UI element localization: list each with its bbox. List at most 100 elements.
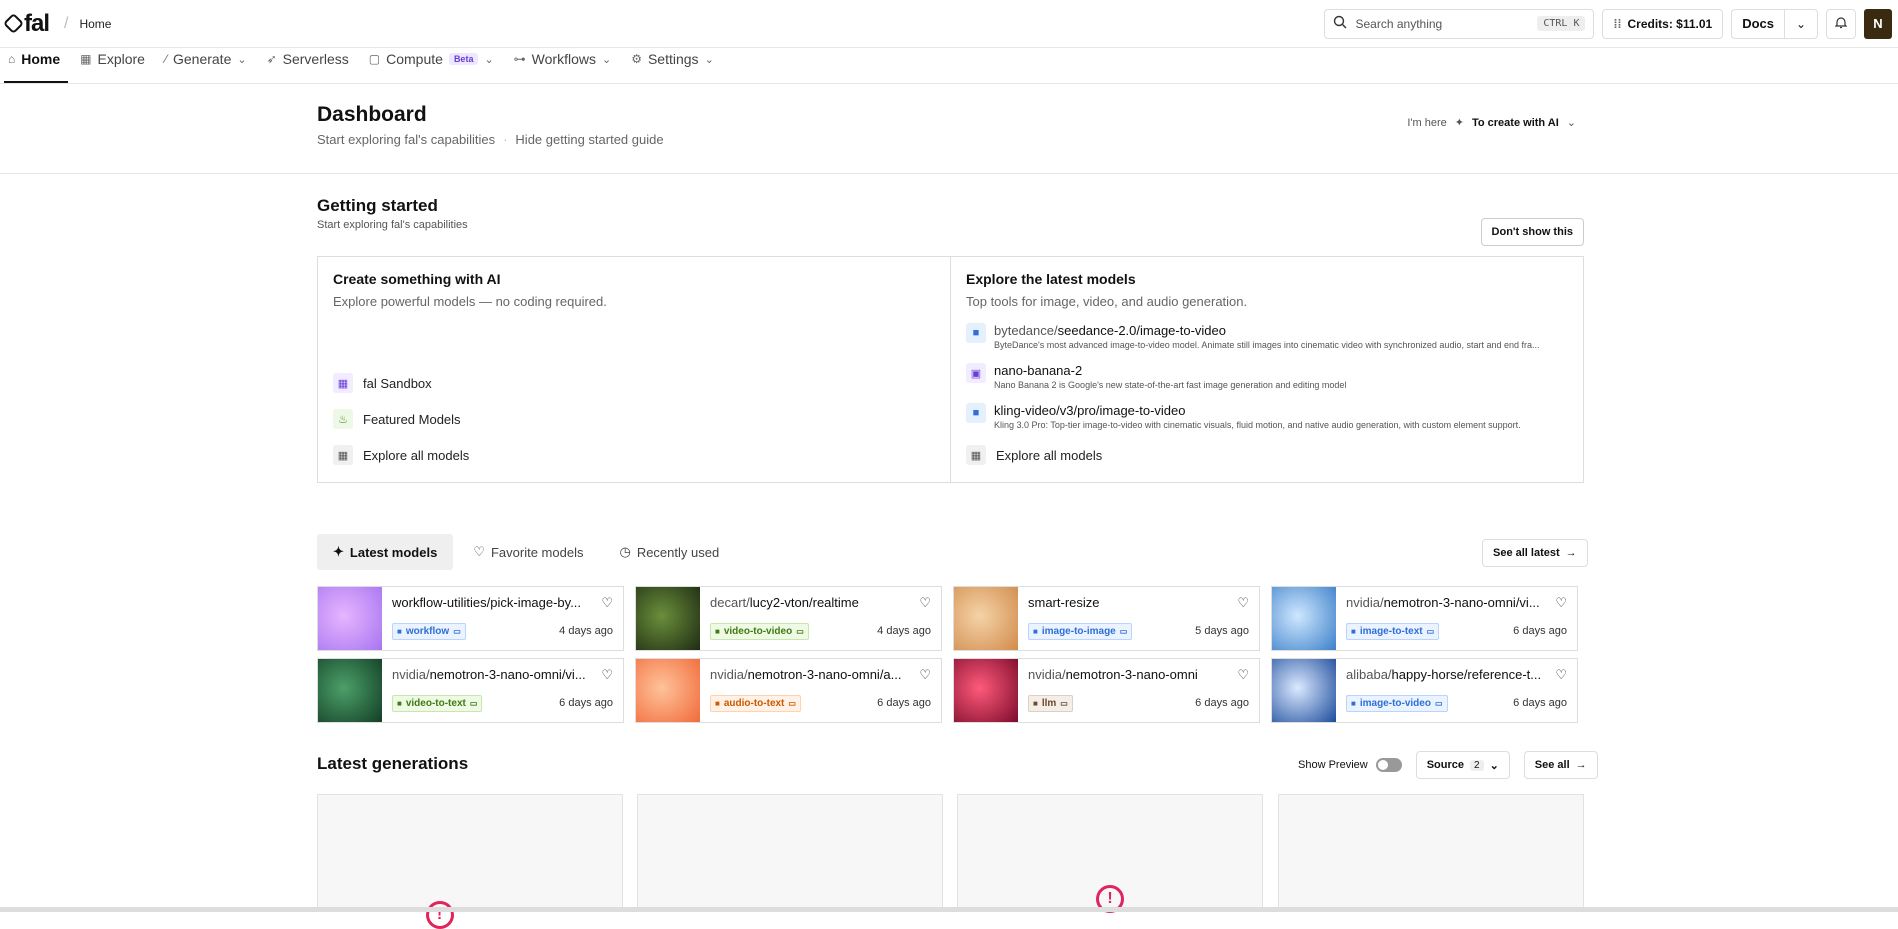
nav-label: Serverless [283,51,349,67]
docs-button[interactable]: Docs [1731,9,1785,39]
category-output-icon: ▭ [788,699,796,708]
tab-latest-models[interactable]: ✦Latest models [317,534,453,570]
chevron-down-icon: ⌄ [1490,759,1499,772]
featured-model-item[interactable]: ■kling-video/v3/pro/image-to-videoKling … [966,403,1576,430]
see-all-label: See all [1535,759,1570,771]
tag-label: workflow [406,626,449,637]
create-card-title: Create something with AI [333,271,935,287]
model-prefix: alibaba/ [1346,667,1392,682]
model-description: Nano Banana 2 is Google's new state-of-t… [994,380,1564,390]
logo-mark-icon [3,13,24,34]
model-prefix: nvidia/ [1028,667,1066,682]
model-age: 6 days ago [1195,697,1249,709]
rocket-icon: ➶ [267,52,277,66]
breadcrumb[interactable]: Home [79,17,111,31]
model-thumbnail [1272,659,1336,723]
model-card[interactable]: smart-resize ♡ ■image-to-image▭ 5 days a… [953,586,1260,651]
wand-icon: ⁄ [165,52,167,66]
search-input[interactable]: Search anything CTRL K [1324,9,1594,39]
tab-label: Recently used [637,545,719,560]
search-icon [1333,15,1347,32]
favorite-heart-icon[interactable]: ♡ [1237,595,1249,611]
favorite-heart-icon[interactable]: ♡ [601,667,613,683]
nav-label: Settings [648,51,699,67]
model-category-tag: ■audio-to-text▭ [710,695,801,712]
tab-label: Favorite models [491,545,583,560]
getting-started-section: Getting started Start exploring fal's ca… [317,196,1584,496]
cpu-icon: ▢ [369,52,380,66]
favorite-heart-icon[interactable]: ♡ [1237,667,1249,683]
nav-item-home[interactable]: ⌂Home [4,47,68,83]
favorite-heart-icon[interactable]: ♡ [919,667,931,683]
see-all-latest-button[interactable]: See all latest→ [1482,539,1588,567]
breadcrumb-separator: / [64,15,68,33]
im-here-label: I'm here [1407,117,1446,129]
brand-name: fal [24,10,49,38]
nav-label: Home [21,51,60,67]
see-all-generations-button[interactable]: See all→ [1524,751,1598,779]
notifications-button[interactable] [1826,9,1856,39]
dont-show-button[interactable]: Don't show this [1481,218,1584,246]
model-card[interactable]: alibaba/happy-horse/reference-t... ♡ ■im… [1271,658,1578,723]
model-card[interactable]: nvidia/nemotron-3-nano-omni/vi... ♡ ■vid… [317,658,624,723]
tab-recently-used[interactable]: ◷ Recently used [603,534,735,570]
generation-card[interactable]: ! [317,794,623,912]
generation-card[interactable]: ! [957,794,1263,912]
nav-item-generate[interactable]: ⁄Generate⌄ [163,47,255,83]
model-card[interactable]: nvidia/nemotron-3-nano-omni/a... ♡ ■audi… [635,658,942,723]
explore-all-models-label: Explore all models [996,448,1102,463]
model-card[interactable]: decart/lucy2-vton/realtime ♡ ■video-to-v… [635,586,942,651]
credits-button[interactable]: ⁞⁞Credits: $11.01 [1602,9,1723,39]
flame-icon: ♨ [333,409,353,429]
featured-model-item[interactable]: ■bytedance/seedance-2.0/image-to-videoBy… [966,323,1576,350]
show-preview-toggle[interactable] [1376,758,1402,772]
featured-model-item[interactable]: ▣nano-banana-2Nano Banana 2 is Google's … [966,363,1576,390]
model-card[interactable]: workflow-utilities/pick-image-by... ♡ ■w… [317,586,624,651]
sparkle-icon: ✦ [1455,116,1464,129]
model-name: nemotron-3-nano-omni/vi... [1384,595,1540,610]
model-age: 6 days ago [1513,625,1567,637]
featured-models-link[interactable]: ♨Featured Models [333,409,461,429]
nav-item-settings[interactable]: ⚙Settings⌄ [629,47,722,83]
model-card[interactable]: nvidia/nemotron-3-nano-omni ♡ ■llm▭ 6 da… [953,658,1260,723]
favorite-heart-icon[interactable]: ♡ [601,595,613,611]
sandbox-link[interactable]: ▦fal Sandbox [333,373,432,393]
video-icon: ■ [966,323,986,343]
nav-item-serverless[interactable]: ➶ Serverless [265,47,357,83]
favorite-heart-icon[interactable]: ♡ [1555,595,1567,611]
model-prefix: decart/ [710,595,750,610]
hide-guide-link[interactable]: Hide getting started guide [515,132,663,147]
explore-all-models-link[interactable]: ▦Explore all models [966,445,1102,465]
model-age: 6 days ago [1513,697,1567,709]
fal-logo[interactable]: fal [6,10,49,38]
clock-icon: ◷ [619,544,630,560]
favorite-heart-icon[interactable]: ♡ [919,595,931,611]
chevron-down-icon: ⌄ [1567,116,1576,129]
top-bar: fal / Home Search anything CTRL K ⁞⁞Cred… [0,0,1898,48]
arrow-right-icon: → [1566,547,1577,559]
nav-label: Explore [98,51,145,67]
avatar[interactable]: N [1864,9,1892,39]
model-category-tag: ■image-to-image▭ [1028,623,1132,640]
create-card-subtitle: Explore powerful models — no coding requ… [333,294,935,309]
nav-label: Workflows [532,51,596,67]
category-output-icon: ▭ [1120,627,1128,636]
category-icon: ■ [1351,627,1356,636]
nav-item-workflows[interactable]: ⊶Workflows⌄ [512,47,620,83]
goal-select[interactable]: To create with AI [1472,117,1559,129]
tag-label: audio-to-text [724,698,785,709]
docs-dropdown-button[interactable]: ⌄ [1784,9,1818,39]
model-thumbnail [1272,587,1336,651]
model-card[interactable]: nvidia/nemotron-3-nano-omni/vi... ♡ ■ima… [1271,586,1578,651]
tab-favorite-models[interactable]: ♡Favorite models [457,534,599,570]
source-filter-button[interactable]: Source2⌄ [1416,751,1510,779]
nav-item-compute[interactable]: ▢ComputeBeta⌄ [367,47,502,83]
generation-card[interactable] [637,794,943,912]
grid-icon: ▦ [333,445,353,465]
favorite-heart-icon[interactable]: ♡ [1555,667,1567,683]
chevron-down-icon: ⌄ [602,53,611,66]
nav-item-explore[interactable]: ▦Explore [78,47,153,83]
generation-card[interactable] [1278,794,1584,912]
horizontal-scrollbar[interactable] [0,907,1898,912]
explore-all-models-link[interactable]: ▦Explore all models [333,445,469,465]
